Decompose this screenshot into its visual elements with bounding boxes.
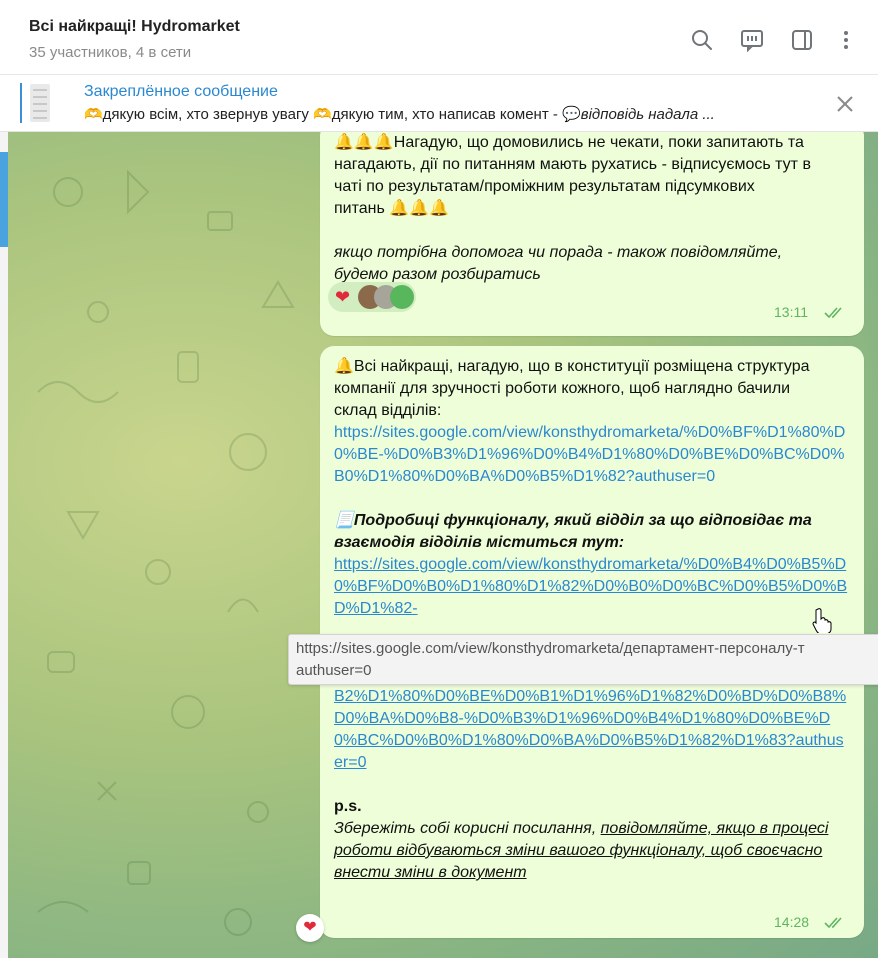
reaction-heart: ❤ xyxy=(335,287,351,307)
heart-reaction-button[interactable]: ❤ xyxy=(296,914,324,942)
pinned-thumbnail xyxy=(30,84,50,122)
chat-title[interactable]: Всі найкращі! Hydromarket xyxy=(29,18,240,36)
more-vertical-icon[interactable] xyxy=(834,28,858,52)
reactions-bar[interactable]: ❤ xyxy=(328,282,416,312)
message-text: 🔔Всі найкращі, нагадую, що в конституції… xyxy=(334,356,850,884)
ps-underlined-text: повідомляйте, якщо в процесі xyxy=(600,820,829,837)
message-text: 🔔🔔🔔Нагадую, що домовились не чекати, пок… xyxy=(334,134,811,283)
chat-subtitle: 35 участников, 4 в сети xyxy=(29,44,192,61)
read-checks-icon xyxy=(824,917,842,929)
pinned-text: 🫶дякую всім, хто звернув увагу 🫶дякую ти… xyxy=(84,106,715,123)
close-icon[interactable] xyxy=(836,95,854,113)
avatar xyxy=(390,285,414,309)
pinned-accent-bar xyxy=(20,83,22,123)
left-edge-strip xyxy=(0,132,8,958)
functional-link-part1[interactable]: https://sites.google.com/view/konsthydro… xyxy=(334,554,850,620)
chat-header: Всі найкращі! Hydromarket 35 участников,… xyxy=(0,0,878,75)
message-bubble[interactable]: 🔔🔔🔔Нагадую, що домовились не чекати, пок… xyxy=(320,132,864,336)
message-time: 14:28 xyxy=(774,914,810,930)
read-checks-icon xyxy=(824,307,842,319)
constitution-link[interactable]: https://sites.google.com/view/konsthydro… xyxy=(334,422,850,488)
hand-cursor-icon xyxy=(812,608,832,633)
chat-area: 🔔🔔🔔Нагадую, що домовились не чекати, пок… xyxy=(8,132,878,958)
search-icon[interactable] xyxy=(690,28,714,52)
pinned-message-bar[interactable]: Закреплённое сообщение 🫶дякую всім, хто … xyxy=(0,75,878,132)
link-tooltip: https://sites.google.com/view/konsthydro… xyxy=(288,634,878,685)
pinned-title: Закреплённое сообщение xyxy=(84,83,278,100)
sidebar-toggle-icon[interactable] xyxy=(790,28,814,52)
message-time: 13:11 xyxy=(774,304,808,320)
comments-icon[interactable] xyxy=(740,28,764,53)
